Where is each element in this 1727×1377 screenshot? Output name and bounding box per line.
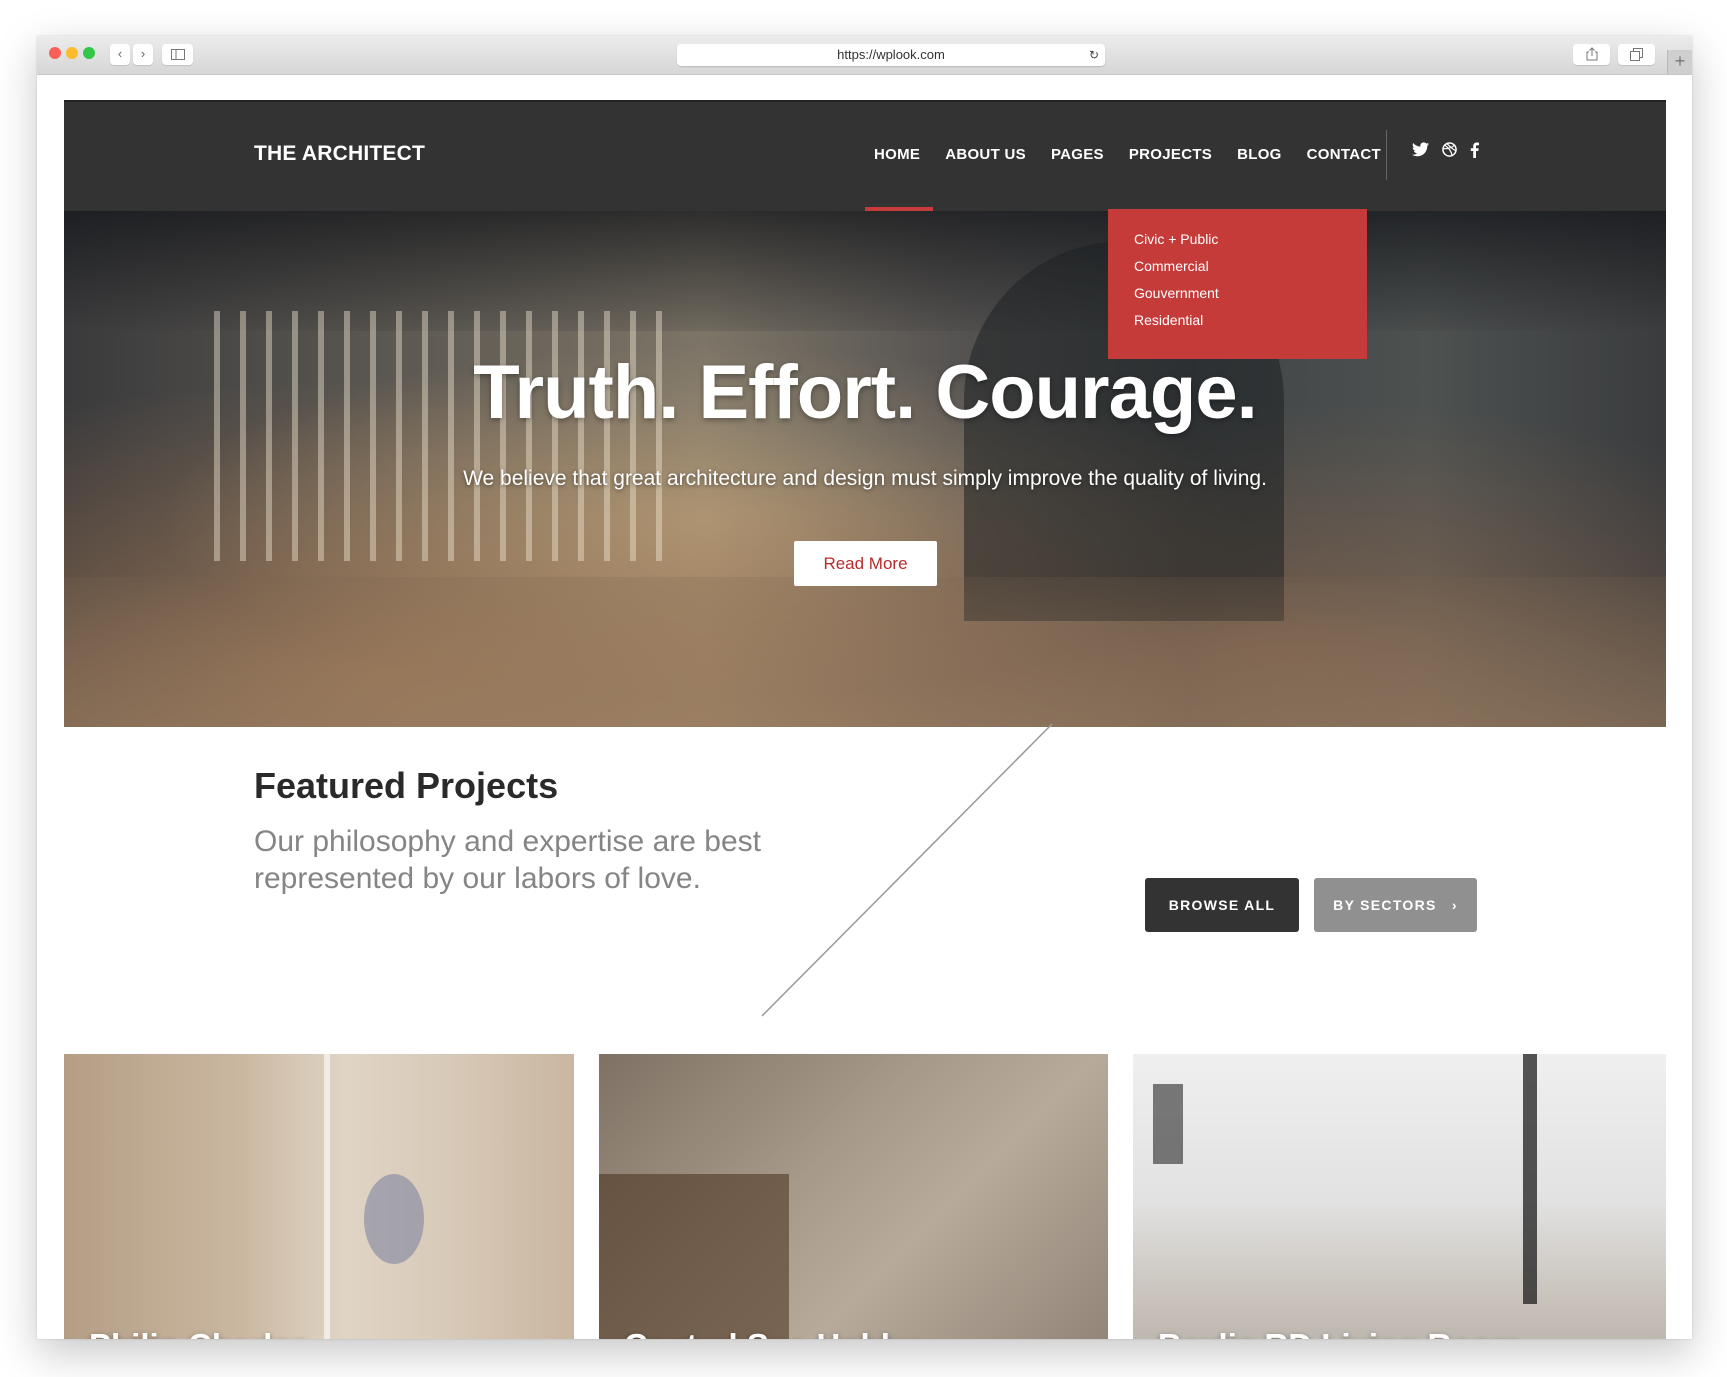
by-sectors-label: BY SECTORS [1333,897,1437,913]
chevron-left-icon: ‹ [117,46,123,61]
chevron-right-icon: › [140,46,146,61]
new-tab-button[interactable]: + [1667,50,1692,74]
card-wood-panel [599,1174,789,1339]
dropdown-item-government[interactable]: Gouvernment [1134,285,1367,301]
nav-about-us[interactable]: ABOUT US [945,146,1026,163]
plus-icon: + [1674,51,1686,71]
share-button[interactable] [1573,44,1610,65]
card-curtain [1523,1054,1537,1304]
address-bar[interactable]: https://wplook.com ↻ [677,44,1105,66]
back-button[interactable]: ‹ [110,44,130,65]
close-window-button[interactable] [49,47,61,59]
facebook-icon[interactable] [1470,142,1479,158]
dropdown-item-civic-public[interactable]: Civic + Public [1134,231,1367,247]
project-title: Central Spa Hobby [624,1326,1031,1339]
nav-pages[interactable]: PAGES [1051,146,1104,163]
main-nav: HOME ABOUT US PAGES PROJECTS BLOG CONTAC… [874,146,1406,163]
nav-blog[interactable]: BLOG [1237,146,1282,163]
reload-icon[interactable]: ↻ [1089,44,1099,66]
nav-divider [1386,130,1387,180]
hero-banner: Truth. Effort. Courage. We believe that … [64,211,1666,727]
read-more-button[interactable]: Read More [794,541,937,586]
social-links [1412,142,1479,158]
project-card-philip-charles[interactable]: Philip Charles [64,1054,574,1339]
sidebar-toggle-button[interactable] [162,44,193,65]
browser-toolbar: ‹ › https://wplook.com ↻ + [37,36,1692,75]
hero-street [64,577,1666,727]
dropdown-item-residential[interactable]: Residential [1134,312,1367,328]
by-sectors-button[interactable]: BY SECTORS › [1314,878,1477,932]
card-mirror [364,1174,424,1264]
card-divider [324,1054,330,1339]
web-page: THE ARCHITECT HOME ABOUT US PAGES PROJEC… [37,75,1692,1339]
tabs-icon [1630,48,1643,61]
url-text: https://wplook.com [837,47,945,62]
dropdown-item-commercial[interactable]: Commercial [1134,258,1367,274]
site-logo[interactable]: THE ARCHITECT [254,142,425,166]
hero-subtitle: We believe that great architecture and d… [463,467,1267,490]
nav-contact[interactable]: CONTACT [1307,146,1381,163]
project-title: Philip Charles [89,1326,497,1339]
share-icon [1586,47,1597,61]
maximize-window-button[interactable] [83,47,95,59]
nav-home[interactable]: HOME [874,146,920,163]
project-card-baylis-rd[interactable]: Baylis RD Living Room [1133,1054,1666,1339]
browse-all-button[interactable]: BROWSE ALL [1145,878,1299,932]
site-header: THE ARCHITECT HOME ABOUT US PAGES PROJEC… [64,100,1666,211]
minimize-window-button[interactable] [66,47,78,59]
featured-projects-title: Featured Projects [254,765,559,806]
featured-projects-description: Our philosophy and expertise are best re… [254,825,761,895]
forward-button[interactable]: › [133,44,153,65]
card-artwork [1153,1084,1183,1164]
browser-window: ‹ › https://wplook.com ↻ + THE ARCHITECT… [37,36,1692,1339]
projects-dropdown-menu: Civic + Public Commercial Gouvernment Re… [1108,209,1367,359]
twitter-icon[interactable] [1412,142,1429,157]
hero-title: Truth. Effort. Courage. [473,350,1257,435]
dribbble-icon[interactable] [1442,142,1457,157]
tabs-overview-button[interactable] [1618,44,1655,65]
nav-projects[interactable]: PROJECTS [1129,146,1212,163]
project-title: Baylis RD Living Room [1158,1326,1584,1339]
chevron-right-icon: › [1451,897,1458,913]
sidebar-icon [170,49,185,60]
project-card-central-spa-hobby[interactable]: Central Spa Hobby [599,1054,1108,1339]
